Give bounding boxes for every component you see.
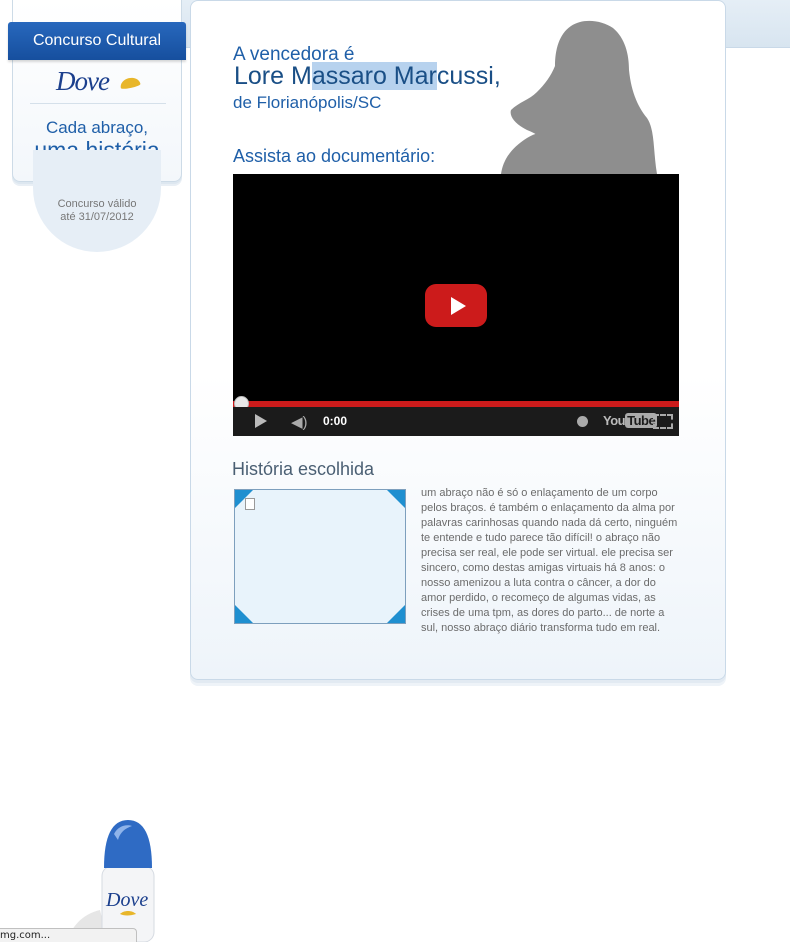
winner-name-selection: assaro Mar: [311, 62, 437, 90]
play-button-icon[interactable]: [255, 414, 267, 428]
documentary-label: Assista ao documentário:: [233, 146, 436, 166]
video-player[interactable]: ◀) 0:00 You Tube: [233, 174, 679, 436]
play-overlay-button[interactable]: [425, 284, 487, 327]
winner-name-part2: cussi,: [436, 62, 501, 90]
story-heading: História escolhida: [232, 459, 375, 479]
validity-line2: até 31/07/2012: [60, 211, 134, 223]
frame-corner: [387, 605, 405, 623]
story-text: um abraço não é só o enlaçamento de um c…: [421, 487, 678, 634]
watch-later-icon[interactable]: [577, 416, 588, 427]
contest-tab[interactable]: Concurso Cultural: [8, 22, 186, 60]
broken-image-icon: [245, 498, 255, 510]
deodorant-bottle-image: Dove: [68, 820, 155, 942]
winner-silhouette-image: [501, 21, 657, 174]
time-display: 0:00: [323, 414, 348, 428]
status-bar: mg.com...: [0, 928, 137, 942]
volume-icon[interactable]: ◀): [291, 413, 308, 431]
fullscreen-icon[interactable]: [653, 414, 673, 429]
frame-corner: [235, 605, 253, 623]
story-photo-frame: [234, 489, 406, 624]
frame-corner: [387, 490, 405, 508]
youtube-logo-you: You: [603, 413, 626, 428]
play-icon: [450, 296, 466, 315]
contest-tab-label: Concurso Cultural: [32, 32, 162, 49]
validity-line1: Concurso válido: [57, 198, 137, 210]
winner-name: Lore Massaro Marcussi,: [234, 62, 501, 91]
player-controls: ◀) 0:00 You Tube: [233, 407, 679, 436]
youtube-logo[interactable]: You Tube: [603, 413, 658, 428]
tagline-line1: Cada abraço,: [45, 118, 149, 137]
validity-text: Concurso válido até 31/07/2012: [33, 198, 161, 224]
dove-logo[interactable]: Dove: [56, 66, 110, 97]
winner-city: de Florianópolis/SC: [233, 93, 382, 112]
divider: [30, 103, 166, 104]
winner-name-part1: Lore M: [234, 62, 312, 90]
bottle-brand: Dove: [105, 889, 148, 911]
